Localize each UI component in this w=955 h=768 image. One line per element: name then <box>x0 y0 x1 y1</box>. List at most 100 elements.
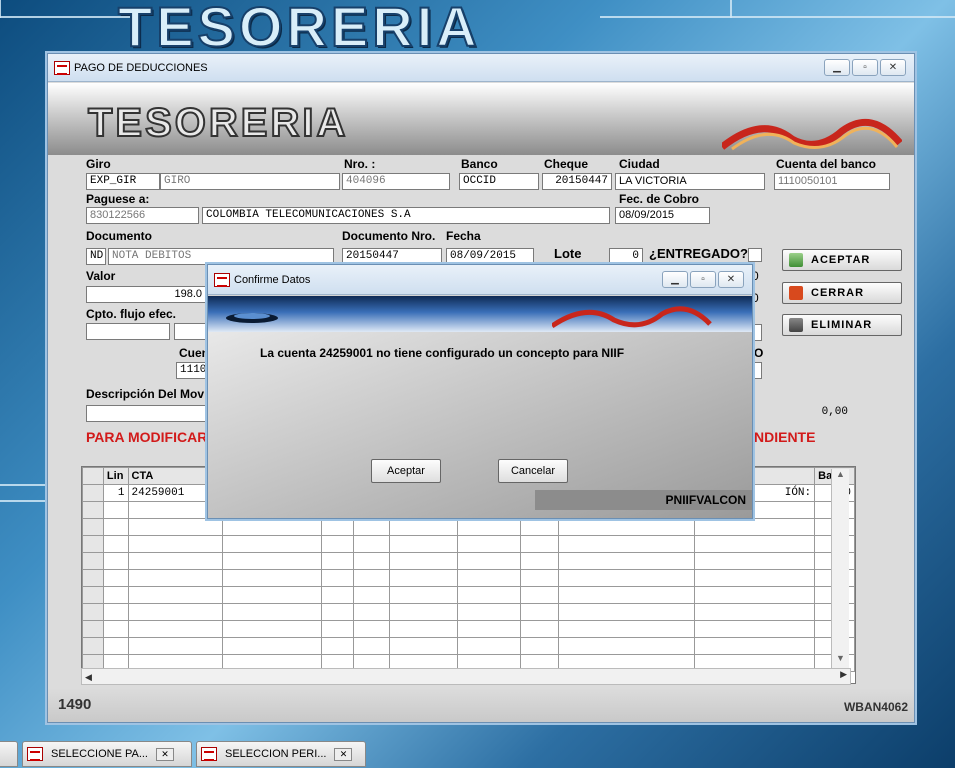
taskbar-item-partial[interactable] <box>0 741 18 767</box>
bg-decor <box>600 16 955 18</box>
cell-lin[interactable]: 1 <box>102 484 129 502</box>
nro-field[interactable]: 404096 <box>342 173 450 190</box>
dialog-minimize-button[interactable]: ▁ <box>662 271 688 288</box>
grid-vertical-scrollbar[interactable]: ▲ ▼ <box>831 469 849 683</box>
side-field-b[interactable] <box>754 362 762 379</box>
total-field: 0,00 <box>754 404 852 421</box>
water-splash-icon <box>226 313 278 323</box>
label-nro: Nro. : <box>344 157 376 171</box>
para-modificar-text: PARA MODIFICAR <box>86 429 208 445</box>
table-row[interactable] <box>82 569 855 587</box>
close-button[interactable]: ✕ <box>880 59 906 76</box>
table-row[interactable] <box>82 620 855 638</box>
cuen-field[interactable]: 1110 <box>176 362 210 379</box>
logo-swoosh-icon <box>722 119 902 151</box>
cheque-field[interactable]: 20150447 <box>542 173 612 190</box>
dialog-swoosh-icon <box>552 306 712 329</box>
scroll-right-icon[interactable]: ▶ <box>840 669 847 680</box>
label-fec-cobro: Fec. de Cobro <box>619 192 700 206</box>
entregado-checkbox[interactable] <box>748 248 762 262</box>
taskbar-item-seleccione[interactable]: SELECCIONE PA... ✕ <box>22 741 192 767</box>
taskbar-label: SELECCIONE PA... <box>51 748 148 760</box>
bg-decor <box>0 16 130 18</box>
table-row[interactable] <box>82 552 855 570</box>
check-icon <box>789 253 803 267</box>
paguese-name-field[interactable]: COLOMBIA TELECOMUNICACIONES S.A <box>202 207 610 224</box>
label-cheque: Cheque <box>544 157 589 171</box>
trash-icon <box>789 318 803 332</box>
bg-decor <box>730 0 732 18</box>
label-valor: Valor <box>86 269 116 283</box>
taskbar-close-icon[interactable]: ✕ <box>156 747 174 761</box>
dialog-maximize-button[interactable]: ▫ <box>690 271 716 288</box>
label-paguese: Paguese a: <box>86 192 150 206</box>
side-field-a[interactable] <box>754 324 762 341</box>
label-descripcion: Descripción Del Mov <box>86 387 205 401</box>
confirm-dialog: Confirme Datos ▁ ▫ ✕ La cuenta 24259001 … <box>207 264 753 519</box>
main-titlebar[interactable]: PAGO DE DEDUCCIONES ▁ ▫ ✕ <box>48 54 914 82</box>
bg-decor <box>0 500 47 502</box>
ndiente-text: NDIENTE <box>754 429 816 445</box>
taskbar-close-icon[interactable]: ✕ <box>334 747 353 761</box>
dialog-message: La cuenta 24259001 no tiene configurado … <box>260 346 625 360</box>
fecha-field[interactable]: 08/09/2015 <box>446 248 534 265</box>
dialog-title: Confirme Datos <box>234 273 311 286</box>
exit-icon <box>789 286 803 300</box>
lote-field[interactable]: 0 <box>609 248 643 265</box>
label-cuen: Cuen <box>179 346 209 360</box>
taskbar-app-icon <box>27 747 43 761</box>
row-selector[interactable] <box>82 484 104 502</box>
background-title: TESORERIA <box>117 0 481 59</box>
dialog-cancelar-button[interactable]: Cancelar <box>498 459 568 483</box>
col-lin: Lin <box>102 467 129 485</box>
table-row[interactable] <box>82 637 855 655</box>
grid-horizontal-scrollbar[interactable]: ◀ ▶ <box>81 668 851 685</box>
taskbar-label: SELECCION PERI... <box>225 748 327 760</box>
status-right: WBAN4062 <box>843 700 908 714</box>
banner-title: TESORERIA <box>87 100 349 146</box>
taskbar-item-seleccion-peri[interactable]: SELECCION PERI... ✕ <box>196 741 366 767</box>
label-fecha: Fecha <box>446 229 481 243</box>
header-banner: TESORERIA <box>48 83 914 155</box>
cuenta-banco-field[interactable]: 1110050101 <box>774 173 890 190</box>
scroll-up-icon[interactable]: ▲ <box>832 469 849 479</box>
dialog-close-button[interactable]: ✕ <box>718 271 744 288</box>
bg-decor <box>0 484 47 486</box>
dialog-titlebar[interactable]: Confirme Datos ▁ ▫ ✕ <box>208 265 752 295</box>
cerrar-button[interactable]: CERRAR <box>782 282 902 304</box>
paguese-nit-field[interactable]: 830122566 <box>86 207 199 224</box>
scroll-left-icon[interactable]: ◀ <box>82 672 92 682</box>
cpto-flujo-field[interactable] <box>86 323 170 340</box>
minimize-button[interactable]: ▁ <box>824 59 850 76</box>
table-row[interactable] <box>82 603 855 621</box>
aceptar-label: ACEPTAR <box>811 254 871 266</box>
giro-code-field[interactable]: EXP_GIR <box>86 173 160 190</box>
giro-name-field[interactable]: GIRO <box>160 173 340 190</box>
taskbar-app-icon <box>201 747 217 761</box>
side-value-b: 0 <box>752 291 759 305</box>
doc-nro-field[interactable]: 20150447 <box>342 248 442 265</box>
table-row[interactable] <box>82 518 855 536</box>
table-row[interactable] <box>82 586 855 604</box>
cerrar-label: CERRAR <box>811 287 865 299</box>
ciudad-field[interactable]: LA VICTORIA <box>615 173 765 190</box>
scroll-down-icon[interactable]: ▼ <box>832 653 849 663</box>
window-title: PAGO DE DEDUCCIONES <box>74 61 208 74</box>
banco-field[interactable]: OCCID <box>459 173 539 190</box>
label-giro: Giro <box>86 157 111 171</box>
label-ciudad: Ciudad <box>619 157 660 171</box>
valor-field[interactable]: 198.0 <box>86 286 206 303</box>
app-icon <box>54 60 70 75</box>
row-selector-header <box>82 467 104 485</box>
descripcion-field[interactable] <box>86 405 210 422</box>
eliminar-button[interactable]: ELIMINAR <box>782 314 902 336</box>
label-cpto-flujo: Cpto. flujo efec. <box>86 307 176 321</box>
doc-name-field[interactable]: NOTA DEBITOS <box>108 248 334 265</box>
maximize-button[interactable]: ▫ <box>852 59 878 76</box>
doc-code-field[interactable]: ND <box>86 248 106 265</box>
aceptar-button[interactable]: ACEPTAR <box>782 249 902 271</box>
cpto-flujo-field-2[interactable] <box>174 323 210 340</box>
table-row[interactable] <box>82 535 855 553</box>
dialog-aceptar-button[interactable]: Aceptar <box>371 459 441 483</box>
fec-cobro-field[interactable]: 08/09/2015 <box>615 207 710 224</box>
